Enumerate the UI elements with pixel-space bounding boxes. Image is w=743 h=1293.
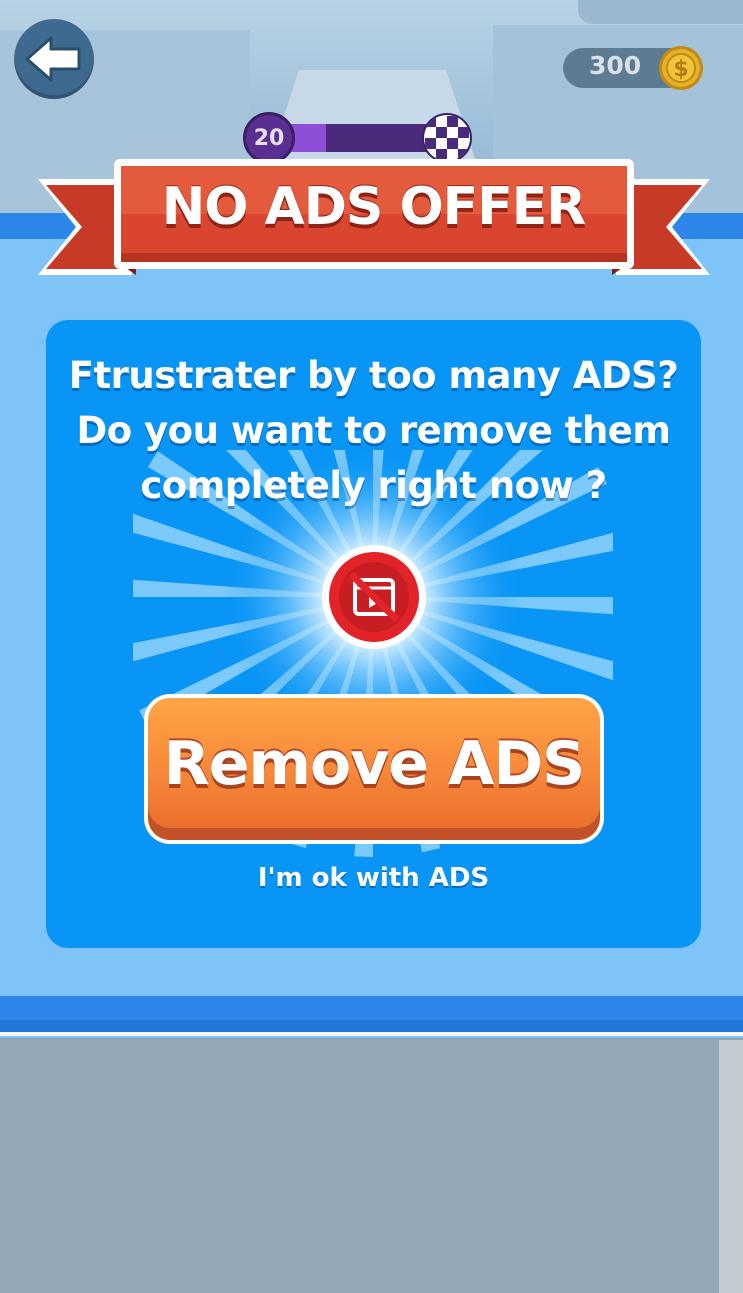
dialog-bottom-shade [0,1020,743,1032]
coin-count: 300 [589,51,642,80]
offer-message-line-1: Ftrustrater by too many ADS? [68,354,679,397]
light-burst-icon [133,450,613,857]
scene-ledge [578,0,743,24]
dialog-bottom-border [0,996,743,1036]
remove-ads-button[interactable]: Remove ADS [144,694,604,844]
offer-message-line-3: completely right now ? [140,464,607,507]
offer-message-line-2: Do you want to remove them [76,409,671,452]
dollar-coin-icon: $ [659,46,703,90]
keep-ads-link[interactable]: I'm ok with ADS [46,863,701,893]
game-scene-floor [0,1040,743,1293]
title-ribbon: NO ADS OFFER [36,157,712,282]
back-arrow-icon [25,36,81,82]
no-video-ads-icon [322,545,426,649]
svg-text:$: $ [673,57,688,82]
remove-ads-button-face: Remove ADS [148,698,600,840]
back-button[interactable] [14,19,94,99]
coin-counter: 300 $ [563,46,703,90]
dialog-title: NO ADS OFFER [161,177,587,237]
offer-message: Ftrustrater by too many ADS? Do you want… [46,348,701,513]
scene-floor-edge [719,1040,743,1293]
offer-content-card: Ftrustrater by too many ADS? Do you want… [46,320,701,948]
remove-ads-button-label: Remove ADS [163,729,586,799]
